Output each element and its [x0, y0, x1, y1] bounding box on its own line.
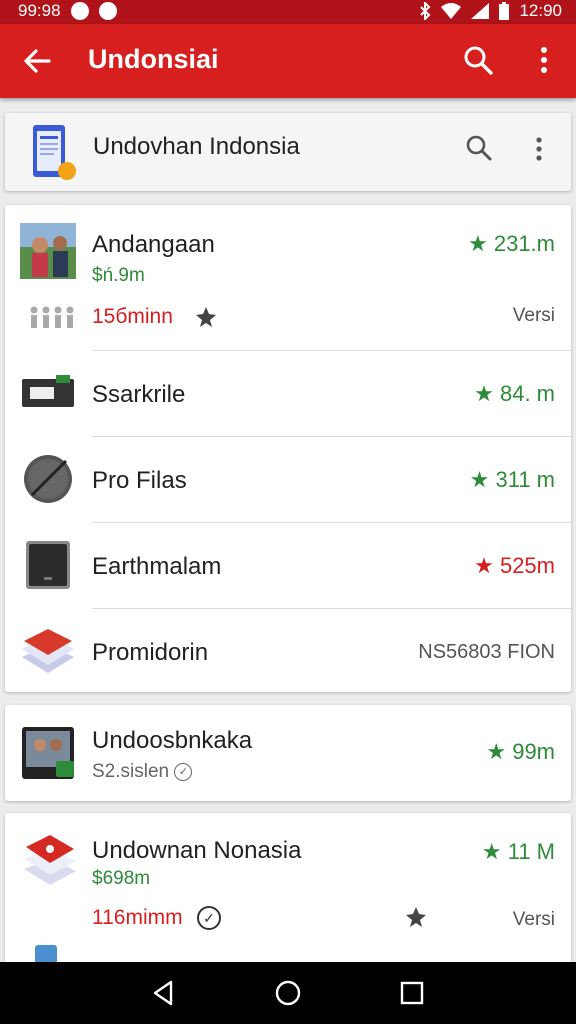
navigation-bar: [0, 962, 576, 1024]
app-rating: ★ 99m: [486, 739, 555, 765]
list-item[interactable]: Pro Filas ★ 311 m: [5, 437, 571, 522]
rating-value: 231.m: [493, 231, 555, 256]
status-bar: 99:98 12:90: [0, 0, 576, 24]
more-vert-icon[interactable]: [527, 133, 551, 165]
app-device-icon: [26, 541, 70, 589]
back-nav-icon[interactable]: [149, 978, 179, 1008]
header-title: Undovhan Indonsia: [93, 133, 300, 160]
pin-icon: [406, 907, 426, 927]
rating-value: 311 m: [495, 467, 555, 492]
star-icon: ★: [481, 839, 502, 864]
signal-icon: [471, 3, 490, 19]
app-card[interactable]: Undoosbnkaka S2.sislen ✓ ★ 99m: [5, 705, 571, 801]
list-item[interactable]: Ssarkrile ★ 84. m: [5, 351, 571, 436]
star-icon: ★: [474, 381, 494, 406]
search-icon[interactable]: [463, 132, 495, 164]
app-card-icon: [22, 375, 74, 407]
app-rating: ★ 84. m: [474, 381, 555, 407]
people-icon: [30, 306, 74, 328]
app-price: NS56803 FION: [418, 641, 555, 663]
recents-nav-icon[interactable]: [397, 978, 427, 1008]
bluetooth-icon: [420, 2, 431, 20]
app-name: Undownan Nonasia: [92, 837, 302, 864]
more-vert-icon[interactable]: [532, 44, 556, 76]
version-label: Versi: [512, 305, 555, 326]
search-icon[interactable]: [462, 44, 494, 76]
app-rating: ★ 525m: [474, 553, 555, 579]
app-card[interactable]: Undownan Nonasia $698m ★ 11 M 116mimm ✓ …: [5, 813, 571, 973]
app-price: $698m: [92, 868, 151, 889]
list-item[interactable]: Earthmalam ★ 525m: [5, 523, 571, 608]
app-size: S2.sislen ✓: [92, 761, 193, 783]
back-arrow-icon[interactable]: [22, 46, 52, 76]
rating-value: 84. m: [499, 381, 555, 406]
app-rating: ★ 11 M: [482, 839, 555, 865]
star-icon: ★: [474, 553, 494, 578]
app-rating: ★ 311 m: [470, 467, 555, 493]
app-bar: Undonsiai: [0, 24, 576, 98]
app-name: Pro Filas: [92, 467, 187, 494]
app-list-card: Andangaan $ń.9m ★ 231.m 15бminn Versi Ss…: [5, 205, 571, 692]
check-circle-icon: ✓: [197, 906, 221, 930]
app-book-stack-icon: [24, 835, 76, 885]
star-icon: ★: [469, 467, 490, 492]
page-title: Undonsiai: [88, 44, 219, 74]
rating-value: 525m: [499, 553, 555, 578]
star-icon: ★: [467, 231, 488, 256]
app-photo-icon: [20, 223, 76, 279]
app-disc-icon: [24, 455, 72, 503]
app-name: Andangaan: [92, 231, 215, 258]
list-item[interactable]: Promidorin NS56803 FION: [5, 609, 571, 692]
app-price: $ń.9m: [92, 265, 145, 286]
status-time-right: 12:90: [519, 1, 562, 20]
check-circle-icon: ✓: [174, 762, 193, 781]
rating-value: 99m: [512, 739, 555, 764]
notification-icon: [70, 2, 89, 20]
app-book-icon: [33, 125, 76, 180]
status-time-left: 99:98: [18, 1, 61, 20]
app-video-icon: [22, 727, 74, 779]
star-icon: ★: [486, 739, 507, 764]
header-card: Undovhan Indonsia: [5, 113, 571, 191]
rating-value: 11 M: [507, 839, 555, 864]
home-nav-icon[interactable]: [273, 978, 303, 1008]
battery-icon: [499, 2, 510, 20]
wifi-icon: [441, 3, 462, 19]
app-name: Ssarkrile: [92, 381, 186, 408]
app-name: Earthmalam: [92, 553, 222, 580]
app-duration: 116mimm: [92, 906, 183, 929]
alert-icon: [98, 2, 117, 20]
list-item[interactable]: Andangaan $ń.9m ★ 231.m 15бminn Versi: [5, 205, 571, 350]
pin-icon: [196, 307, 216, 327]
app-name: Promidorin: [92, 639, 209, 666]
app-size-value: S2.sislen: [92, 761, 170, 782]
app-duration: 15бminn: [92, 305, 173, 328]
version-label: Versi: [512, 909, 555, 930]
app-layers-icon: [22, 629, 74, 673]
app-rating: ★ 231.m: [468, 231, 555, 257]
app-name: Undoosbnkaka: [92, 727, 253, 754]
